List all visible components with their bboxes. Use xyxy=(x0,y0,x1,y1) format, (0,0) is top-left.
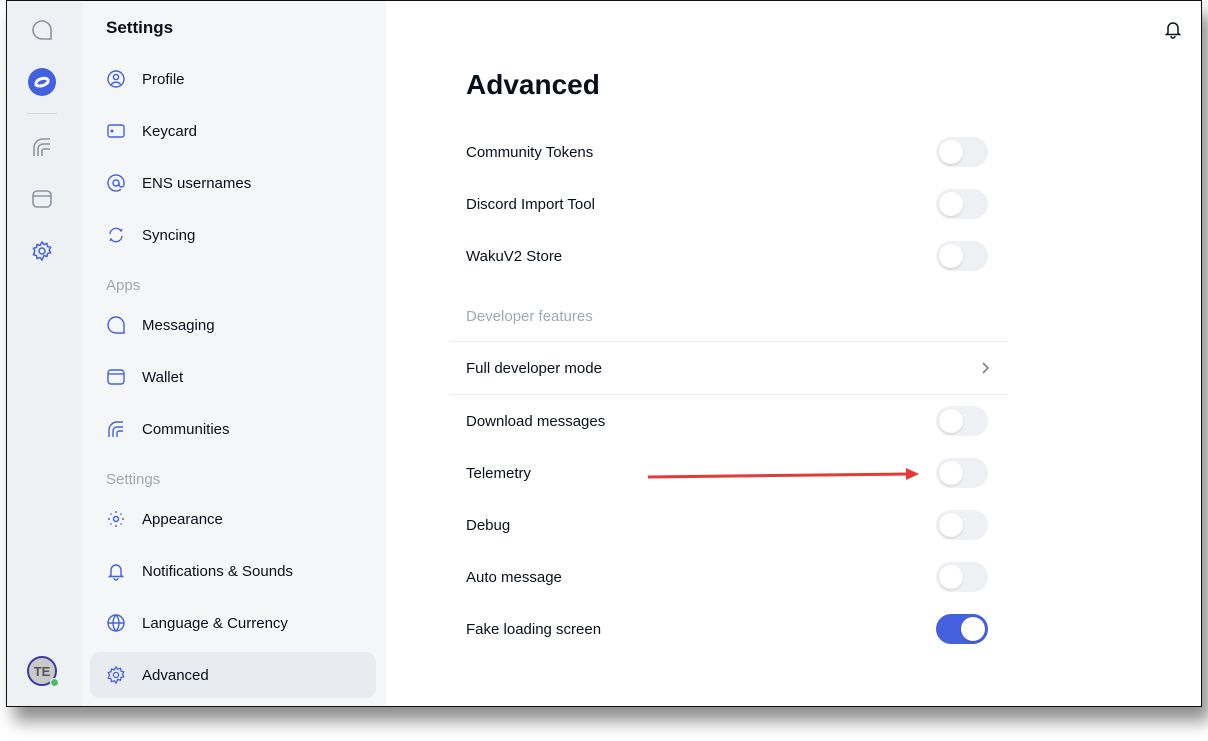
online-status-dot xyxy=(50,678,59,687)
section-header-settings: Settings xyxy=(106,471,161,488)
sidebar-item-syncing[interactable]: Syncing xyxy=(90,212,376,258)
sidebar-item-advanced[interactable]: Advanced xyxy=(90,652,376,698)
toggle-row-download-messages: Download messages xyxy=(450,395,1008,447)
full-developer-mode-row[interactable]: Full developer mode xyxy=(450,342,1008,394)
sidebar-item-profile[interactable]: Profile xyxy=(90,56,376,102)
discord-import-toggle[interactable] xyxy=(936,189,988,219)
section-header-apps: Apps xyxy=(106,277,141,294)
bell-icon xyxy=(107,564,125,581)
community-tokens-toggle[interactable] xyxy=(936,137,988,167)
sync-icon xyxy=(109,227,123,243)
advanced-settings-content: Advanced Community Tokens Discord Import… xyxy=(386,1,1201,706)
profile-icon xyxy=(107,70,125,88)
toggle-row-community-tokens: Community Tokens xyxy=(450,126,1008,178)
telemetry-toggle[interactable] xyxy=(936,458,988,488)
wakuv2-store-toggle[interactable] xyxy=(936,241,988,271)
settings-sidebar: Settings Profile Keycard ENS usernames S… xyxy=(82,1,386,706)
wallet-icon xyxy=(107,369,125,385)
toggle-row-fake-loading-screen: Fake loading screen xyxy=(450,603,1008,655)
sidebar-item-appearance[interactable]: Appearance xyxy=(90,496,376,542)
sidebar-item-keycard[interactable]: Keycard xyxy=(90,108,376,154)
sidebar-title: Settings xyxy=(106,18,174,37)
wallet-icon[interactable] xyxy=(27,184,57,214)
chat-icon xyxy=(107,316,125,334)
toggle-row-discord-import: Discord Import Tool xyxy=(450,178,1008,230)
download-messages-toggle[interactable] xyxy=(936,406,988,436)
toggle-row-wakuv2-store: WakuV2 Store xyxy=(450,230,1008,282)
chevron-right-icon xyxy=(982,362,990,374)
rail-divider xyxy=(27,113,57,114)
keycard-icon xyxy=(107,124,125,138)
toggle-row-auto-message: Auto message xyxy=(450,551,1008,603)
sidebar-item-notifications[interactable]: Notifications & Sounds xyxy=(90,548,376,594)
at-icon xyxy=(107,174,125,192)
sun-icon xyxy=(108,511,124,527)
communities-icon xyxy=(108,421,123,437)
sidebar-item-language-currency[interactable]: Language & Currency xyxy=(90,600,376,646)
status-logo-icon[interactable] xyxy=(27,67,57,97)
bell-icon[interactable] xyxy=(1163,19,1183,44)
sidebar-item-messaging[interactable]: Messaging xyxy=(90,302,376,348)
page-title: Advanced xyxy=(466,69,600,100)
debug-toggle[interactable] xyxy=(936,510,988,540)
app-window: TE Settings Profile Keycard ENS username… xyxy=(6,0,1202,707)
globe-icon xyxy=(107,614,125,632)
settings-gear-icon[interactable] xyxy=(27,236,57,266)
communities-icon[interactable] xyxy=(27,132,57,162)
section-header-developer: Developer features xyxy=(466,307,593,325)
sidebar-item-communities[interactable]: Communities xyxy=(90,406,376,452)
fake-loading-screen-toggle[interactable] xyxy=(936,614,988,644)
sidebar-item-ens-usernames[interactable]: ENS usernames xyxy=(90,160,376,206)
auto-message-toggle[interactable] xyxy=(936,562,988,592)
gear-icon xyxy=(107,665,125,685)
toggle-row-debug: Debug xyxy=(450,499,1008,551)
sidebar-item-wallet[interactable]: Wallet xyxy=(90,354,376,400)
chat-icon[interactable] xyxy=(27,15,57,45)
annotation-arrow xyxy=(647,468,919,480)
nav-rail: TE xyxy=(7,1,82,706)
